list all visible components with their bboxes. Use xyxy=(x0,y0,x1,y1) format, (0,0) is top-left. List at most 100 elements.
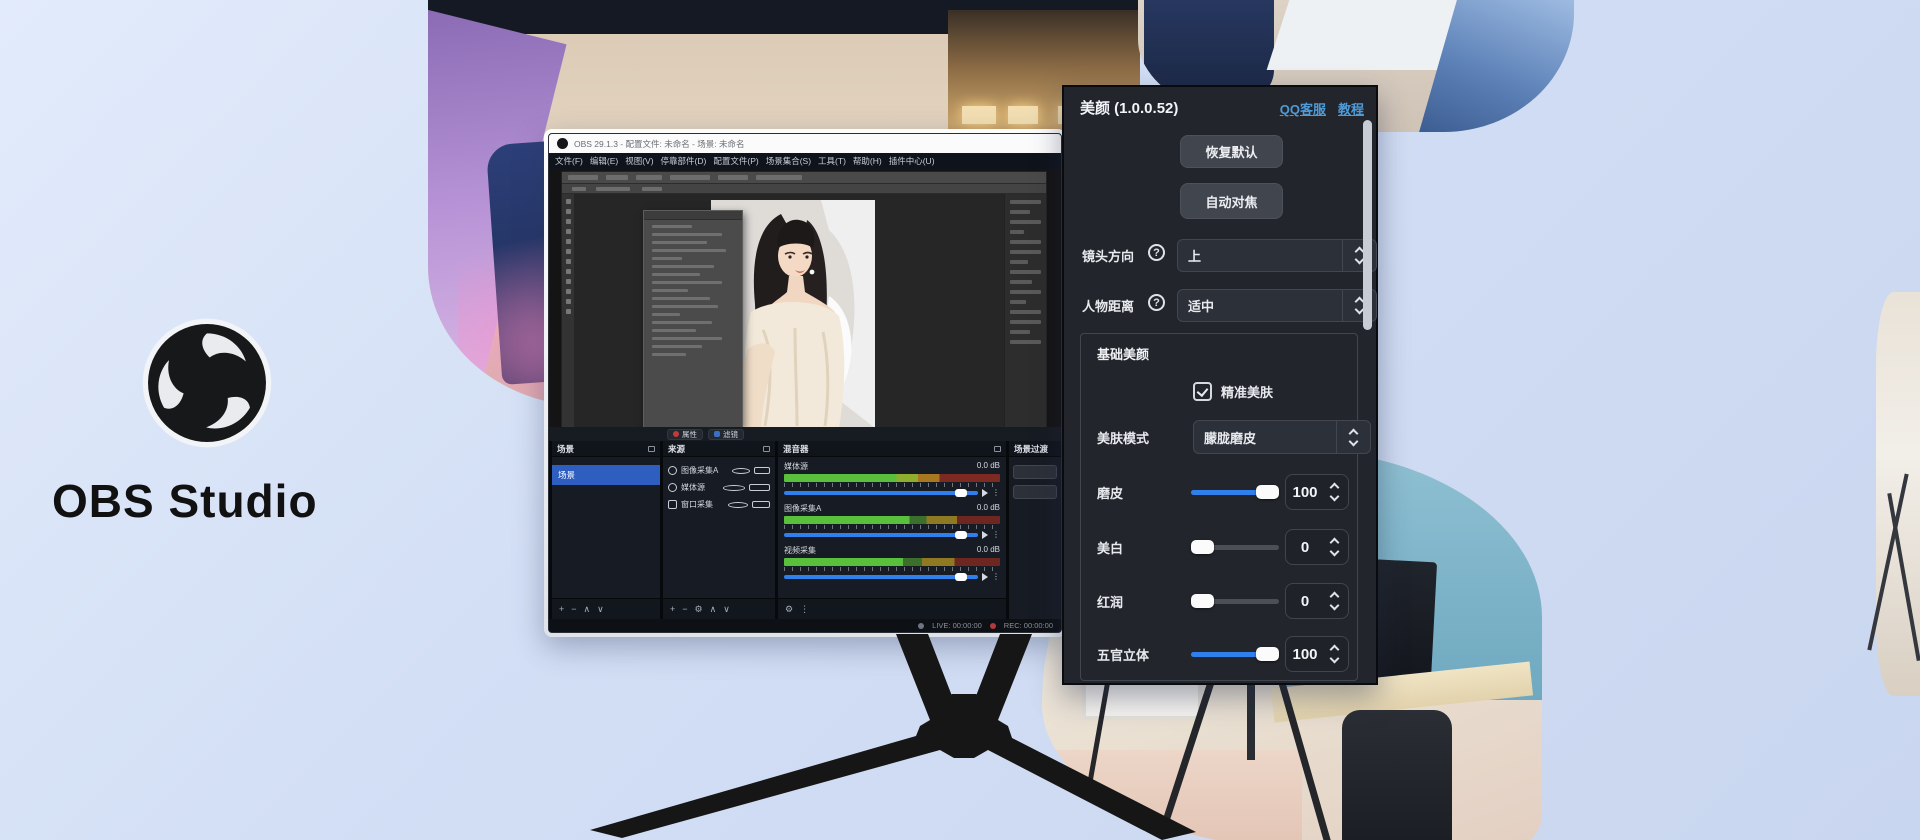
rosy-slider[interactable] xyxy=(1191,599,1279,604)
popout-icon[interactable] xyxy=(763,446,770,452)
subject-distance-select[interactable]: 适中 xyxy=(1177,289,1377,322)
scenes-dock-title: 场景 xyxy=(557,443,574,455)
ps-canvas xyxy=(575,194,1006,428)
help-icon[interactable]: ? xyxy=(1148,294,1165,311)
scene-up-button[interactable]: ∧ xyxy=(584,604,591,615)
speaker-icon[interactable] xyxy=(982,531,988,539)
stream-status-icon xyxy=(918,623,924,629)
qq-support-link[interactable]: QQ客服 xyxy=(1280,99,1326,118)
add-scene-button[interactable]: + xyxy=(559,604,564,614)
spinner-icon[interactable] xyxy=(1324,539,1344,555)
mixer-settings-button[interactable]: ⚙ xyxy=(785,604,793,615)
channel-menu-icon[interactable]: ⋮ xyxy=(992,531,1000,539)
volume-slider[interactable] xyxy=(784,575,978,579)
eye-icon[interactable] xyxy=(723,485,746,491)
transition-duration[interactable] xyxy=(1013,485,1057,499)
spinner-icon[interactable] xyxy=(1324,646,1344,662)
smoothing-slider-row: 磨皮 100 xyxy=(1081,474,1359,510)
transition-select[interactable] xyxy=(1013,465,1057,479)
lock-icon[interactable] xyxy=(752,501,770,508)
tutorial-link[interactable]: 教程 xyxy=(1338,99,1364,118)
menu-item-view[interactable]: 视图(V) xyxy=(625,155,653,167)
live-timer: LIVE: 00:00:00 xyxy=(932,621,982,630)
remove-scene-button[interactable]: − xyxy=(571,604,576,614)
source-down-button[interactable]: ∨ xyxy=(723,604,730,615)
captured-photoshop-window xyxy=(561,171,1047,427)
facial-3d-slider-row: 五官立体 100 xyxy=(1081,636,1359,672)
source-properties-button[interactable]: 属性 xyxy=(667,429,703,440)
menu-item-file[interactable]: 文件(F) xyxy=(555,155,583,167)
volume-slider[interactable] xyxy=(784,533,978,537)
remove-source-button[interactable]: − xyxy=(682,604,687,614)
volume-slider[interactable] xyxy=(784,491,978,495)
source-toolbar: 属性 滤镜 xyxy=(549,427,1061,441)
spinner-icon[interactable] xyxy=(1324,484,1344,500)
record-status-icon xyxy=(990,623,996,629)
source-row[interactable]: 窗口采集 xyxy=(663,496,775,513)
sources-dock: 来源 图像采集A 媒体源 xyxy=(663,441,775,619)
whitening-value-box[interactable]: 0 xyxy=(1285,529,1349,565)
source-filters-button[interactable]: 滤镜 xyxy=(708,429,744,440)
basic-beauty-group: 基础美颜 精准美肤 美肤模式 朦胧磨皮 磨皮 100 美白 xyxy=(1080,333,1358,681)
slider-handle[interactable] xyxy=(1191,594,1214,608)
audio-meter xyxy=(784,474,1000,482)
lens-direction-select[interactable]: 上 xyxy=(1177,239,1377,272)
speaker-icon[interactable] xyxy=(982,573,988,581)
precise-skin-checkbox[interactable] xyxy=(1193,382,1212,401)
source-settings-button[interactable]: ⚙ xyxy=(695,604,703,615)
source-row[interactable]: 媒体源 xyxy=(663,479,775,496)
menu-item-plugin-center[interactable]: 插件中心(U) xyxy=(889,155,935,167)
slider-handle[interactable] xyxy=(1256,647,1279,661)
skin-mode-select[interactable]: 朦胧磨皮 xyxy=(1193,420,1371,454)
background-studio-chair xyxy=(1342,710,1452,840)
menu-item-edit[interactable]: 编辑(E) xyxy=(590,155,618,167)
menu-item-docks[interactable]: 停靠部件(D) xyxy=(661,155,707,167)
add-source-button[interactable]: + xyxy=(670,604,675,614)
channel-menu-icon[interactable]: ⋮ xyxy=(992,573,1000,581)
scene-list-item[interactable]: 场景 xyxy=(552,465,660,485)
menu-item-scene-collection[interactable]: 场景集合(S) xyxy=(766,155,811,167)
rosy-slider-row: 红润 0 xyxy=(1081,583,1359,619)
panel-scrollbar[interactable] xyxy=(1363,120,1372,330)
monitor-screen: OBS 29.1.3 - 配置文件: 未命名 - 场景: 未命名 文件(F) 编… xyxy=(548,133,1062,633)
eye-icon[interactable] xyxy=(728,502,748,508)
whitening-slider[interactable] xyxy=(1191,545,1279,550)
smoothing-value-box[interactable]: 100 xyxy=(1285,474,1349,510)
obs-preview-area xyxy=(549,169,1061,427)
menu-item-help[interactable]: 帮助(H) xyxy=(853,155,882,167)
facial-3d-slider[interactable] xyxy=(1191,652,1279,657)
facial-3d-value-box[interactable]: 100 xyxy=(1285,636,1349,672)
slider-handle[interactable] xyxy=(1191,540,1214,554)
help-icon[interactable]: ? xyxy=(1148,244,1165,261)
properties-icon xyxy=(673,431,679,437)
channel-menu-icon[interactable]: ⋮ xyxy=(992,489,1000,497)
mixer-menu-button[interactable]: ⋮ xyxy=(800,604,809,615)
popout-icon[interactable] xyxy=(648,446,655,452)
eye-icon[interactable] xyxy=(732,468,750,474)
source-row[interactable]: 图像采集A xyxy=(663,462,775,479)
scene-down-button[interactable]: ∨ xyxy=(597,604,604,615)
rosy-value-box[interactable]: 0 xyxy=(1285,583,1349,619)
smoothing-slider[interactable] xyxy=(1191,490,1279,495)
source-up-button[interactable]: ∧ xyxy=(710,604,717,615)
autofocus-button[interactable]: 自动对焦 xyxy=(1180,183,1283,219)
meter-ticks xyxy=(784,525,1000,529)
menu-item-profile[interactable]: 配置文件(P) xyxy=(713,155,758,167)
lock-icon[interactable] xyxy=(749,484,770,491)
spinner-icon[interactable] xyxy=(1324,593,1344,609)
popout-icon[interactable] xyxy=(994,446,1001,452)
spinner-icon[interactable] xyxy=(1336,421,1370,453)
mixer-channel: 媒体源0.0 dB ⋮ xyxy=(784,461,1000,497)
slider-handle[interactable] xyxy=(1256,485,1279,499)
restore-defaults-button[interactable]: 恢复默认 xyxy=(1180,135,1283,168)
promo-canvas: OBS Studio OBS 29.1.3 - 配置文件: 未命名 - 场景: … xyxy=(0,0,1920,840)
obs-wordmark: OBS Studio xyxy=(52,474,392,528)
lock-icon[interactable] xyxy=(754,467,770,474)
whitening-slider-row: 美白 0 xyxy=(1081,529,1359,565)
ps-panels-column xyxy=(1004,194,1046,428)
skin-mode-label: 美肤模式 xyxy=(1097,428,1149,447)
menu-item-tools[interactable]: 工具(T) xyxy=(818,155,846,167)
speaker-icon[interactable] xyxy=(982,489,988,497)
mixer-toolbar: ⚙ ⋮ xyxy=(778,598,1006,619)
subject-distance-label: 人物距离 xyxy=(1082,296,1134,315)
